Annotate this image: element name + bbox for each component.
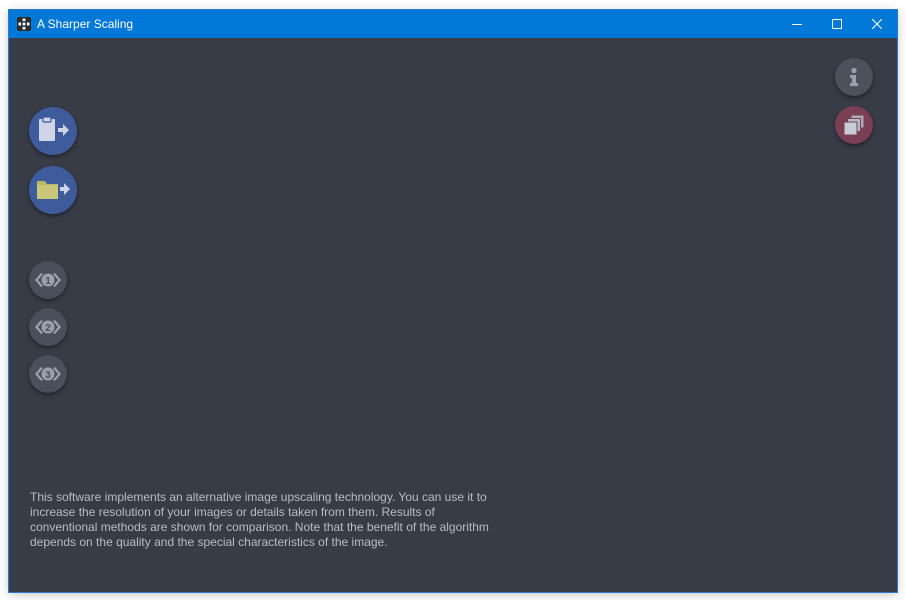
batch-button[interactable]: [835, 106, 873, 144]
close-button[interactable]: [857, 10, 897, 38]
view-number: 3: [45, 370, 51, 381]
open-folder-button[interactable]: [29, 166, 77, 214]
close-icon: [872, 19, 882, 29]
maximize-button[interactable]: [817, 10, 857, 38]
app-logo-icon: [17, 17, 31, 31]
folder-open-icon: [37, 181, 70, 199]
info-icon: [850, 67, 858, 86]
minimize-icon: [792, 24, 802, 25]
eye-view-icon: 3: [35, 367, 61, 381]
view-number: 2: [45, 323, 51, 334]
view-button-1[interactable]: 1: [29, 261, 67, 299]
title-bar[interactable]: A Sharper Scaling: [9, 10, 897, 38]
clipboard-paste-icon: [39, 116, 69, 141]
maximize-icon: [832, 19, 842, 29]
minimize-button[interactable]: [777, 10, 817, 38]
stack-copies-icon: [843, 114, 865, 136]
paste-clipboard-button[interactable]: [29, 107, 77, 155]
eye-view-icon: 2: [35, 320, 61, 334]
view-number: 1: [45, 276, 51, 287]
eye-view-icon: 1: [35, 273, 61, 287]
view-button-3[interactable]: 3: [29, 355, 67, 393]
window-title: A Sharper Scaling: [37, 17, 134, 31]
app-window: A Sharper Scaling 1 2 3 This software im…: [9, 10, 897, 592]
info-button[interactable]: [835, 58, 873, 96]
description-text: This software implements an alternative …: [30, 490, 489, 549]
view-button-2[interactable]: 2: [29, 308, 67, 346]
